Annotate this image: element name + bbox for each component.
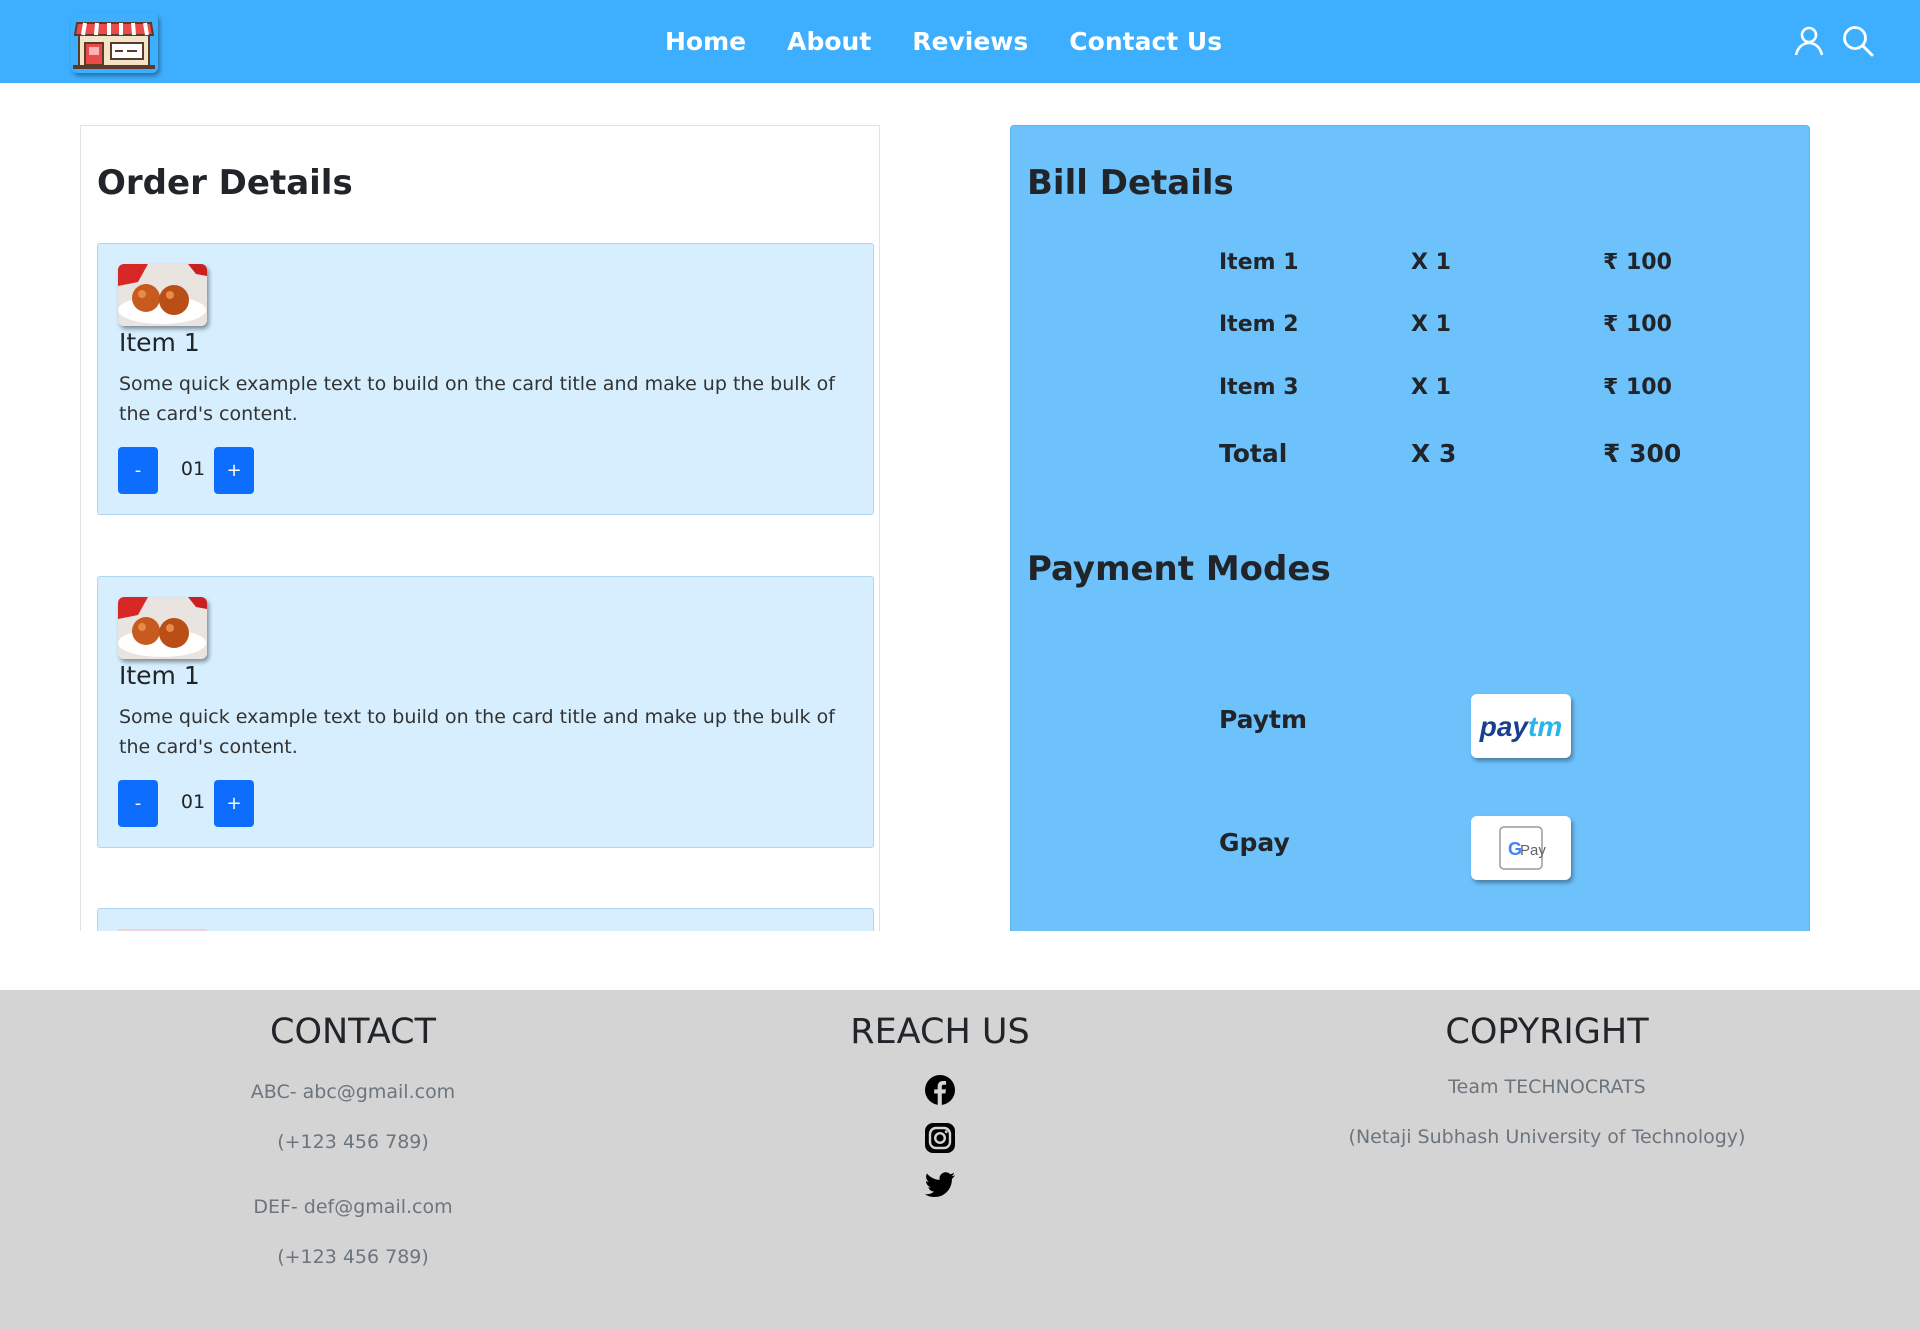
navbar: Home About Reviews Contact Us — [0, 0, 1920, 83]
bill-total-qty: X 3 — [1411, 439, 1457, 468]
gpay-button[interactable]: G Pay — [1471, 816, 1571, 880]
contact-email[interactable]: DEF- def@gmail.com — [153, 1196, 553, 1218]
bill-details-panel: Bill Details Item 1 X 1 ₹ 100 Item 2 X 1… — [1010, 125, 1810, 931]
copyright-university: (Netaji Subhash University of Technology… — [1348, 1126, 1746, 1148]
paytm-label: Paytm — [1219, 705, 1308, 734]
item-title: Item 1 — [119, 328, 200, 357]
paytm-button[interactable]: paytm — [1471, 694, 1571, 758]
shop-icon — [73, 22, 155, 69]
paytm-logo-icon: paytm — [1479, 711, 1562, 742]
nav-link-home[interactable]: Home — [665, 27, 746, 56]
svg-text:paytm: paytm — [1479, 711, 1562, 742]
bill-item-price: ₹ 100 — [1603, 312, 1672, 337]
instagram-icon[interactable] — [924, 1122, 956, 1154]
quantity-value: 01 — [180, 791, 206, 813]
order-item-card-partial — [97, 908, 874, 931]
copyright-team: Team TECHNOCRATS — [1448, 1076, 1646, 1098]
bill-item-name: Item 2 — [1219, 312, 1299, 337]
bill-row: Item 3 X 1 ₹ 100 — [1011, 375, 1811, 415]
increase-quantity-button[interactable]: + — [214, 447, 254, 494]
bill-item-qty: X 1 — [1411, 312, 1451, 337]
item-description: Some quick example text to build on the … — [119, 706, 835, 758]
bill-item-qty: X 1 — [1411, 375, 1451, 400]
contact-phone: (+123 456 789) — [277, 1131, 429, 1153]
bill-item-price: ₹ 100 — [1603, 375, 1672, 400]
nav-link-reviews[interactable]: Reviews — [912, 27, 1028, 56]
item-image — [118, 929, 207, 931]
bill-row: Item 2 X 1 ₹ 100 — [1011, 312, 1811, 352]
bill-item-price: ₹ 100 — [1603, 250, 1672, 275]
footer-reach-us-title: REACH US — [850, 1012, 1030, 1052]
item-image — [118, 264, 207, 326]
quantity-value: 01 — [180, 458, 206, 480]
order-details-title: Order Details — [97, 163, 353, 203]
bill-item-name: Item 3 — [1219, 375, 1299, 400]
decrease-quantity-button[interactable]: - — [118, 780, 158, 827]
bill-total-price: ₹ 300 — [1603, 439, 1682, 468]
nav-link-contact-us[interactable]: Contact Us — [1069, 27, 1222, 56]
svg-text:Pay: Pay — [1520, 842, 1546, 859]
bill-total-label: Total — [1219, 439, 1288, 468]
increase-quantity-button[interactable]: + — [214, 780, 254, 827]
facebook-icon[interactable] — [924, 1074, 956, 1106]
payment-modes-title: Payment Modes — [1027, 549, 1331, 589]
nav-link-about[interactable]: About — [787, 27, 871, 56]
contact-phone: (+123 456 789) — [277, 1246, 429, 1268]
item-description: Some quick example text to build on the … — [119, 373, 835, 425]
bill-total-row: Total X 3 ₹ 300 — [1011, 439, 1811, 479]
shop-logo[interactable] — [71, 13, 158, 73]
gpay-logo-icon: G Pay — [1499, 826, 1546, 870]
user-icon[interactable] — [1792, 24, 1826, 58]
footer-copyright-title: COPYRIGHT — [1445, 1012, 1649, 1052]
gpay-label: Gpay — [1219, 828, 1290, 857]
search-icon[interactable] — [1841, 24, 1875, 58]
order-details-panel: Order Details Item 1 Some quick example … — [80, 125, 880, 931]
footer-contact-title: CONTACT — [270, 1012, 436, 1052]
bill-row: Item 1 X 1 ₹ 100 — [1011, 250, 1811, 290]
bill-item-qty: X 1 — [1411, 250, 1451, 275]
item-image — [118, 597, 207, 659]
decrease-quantity-button[interactable]: - — [118, 447, 158, 494]
contact-email[interactable]: ABC- abc@gmail.com — [153, 1081, 553, 1103]
footer: CONTACT ABC- abc@gmail.com (+123 456 789… — [0, 990, 1920, 1329]
bill-details-title: Bill Details — [1027, 163, 1234, 203]
order-item-card: Item 1 Some quick example text to build … — [97, 243, 874, 515]
twitter-icon[interactable] — [924, 1168, 956, 1200]
order-item-card: Item 1 Some quick example text to build … — [97, 576, 874, 848]
bill-item-name: Item 1 — [1219, 250, 1299, 275]
nav-links: Home About Reviews Contact Us — [665, 0, 1263, 83]
item-title: Item 1 — [119, 661, 200, 690]
